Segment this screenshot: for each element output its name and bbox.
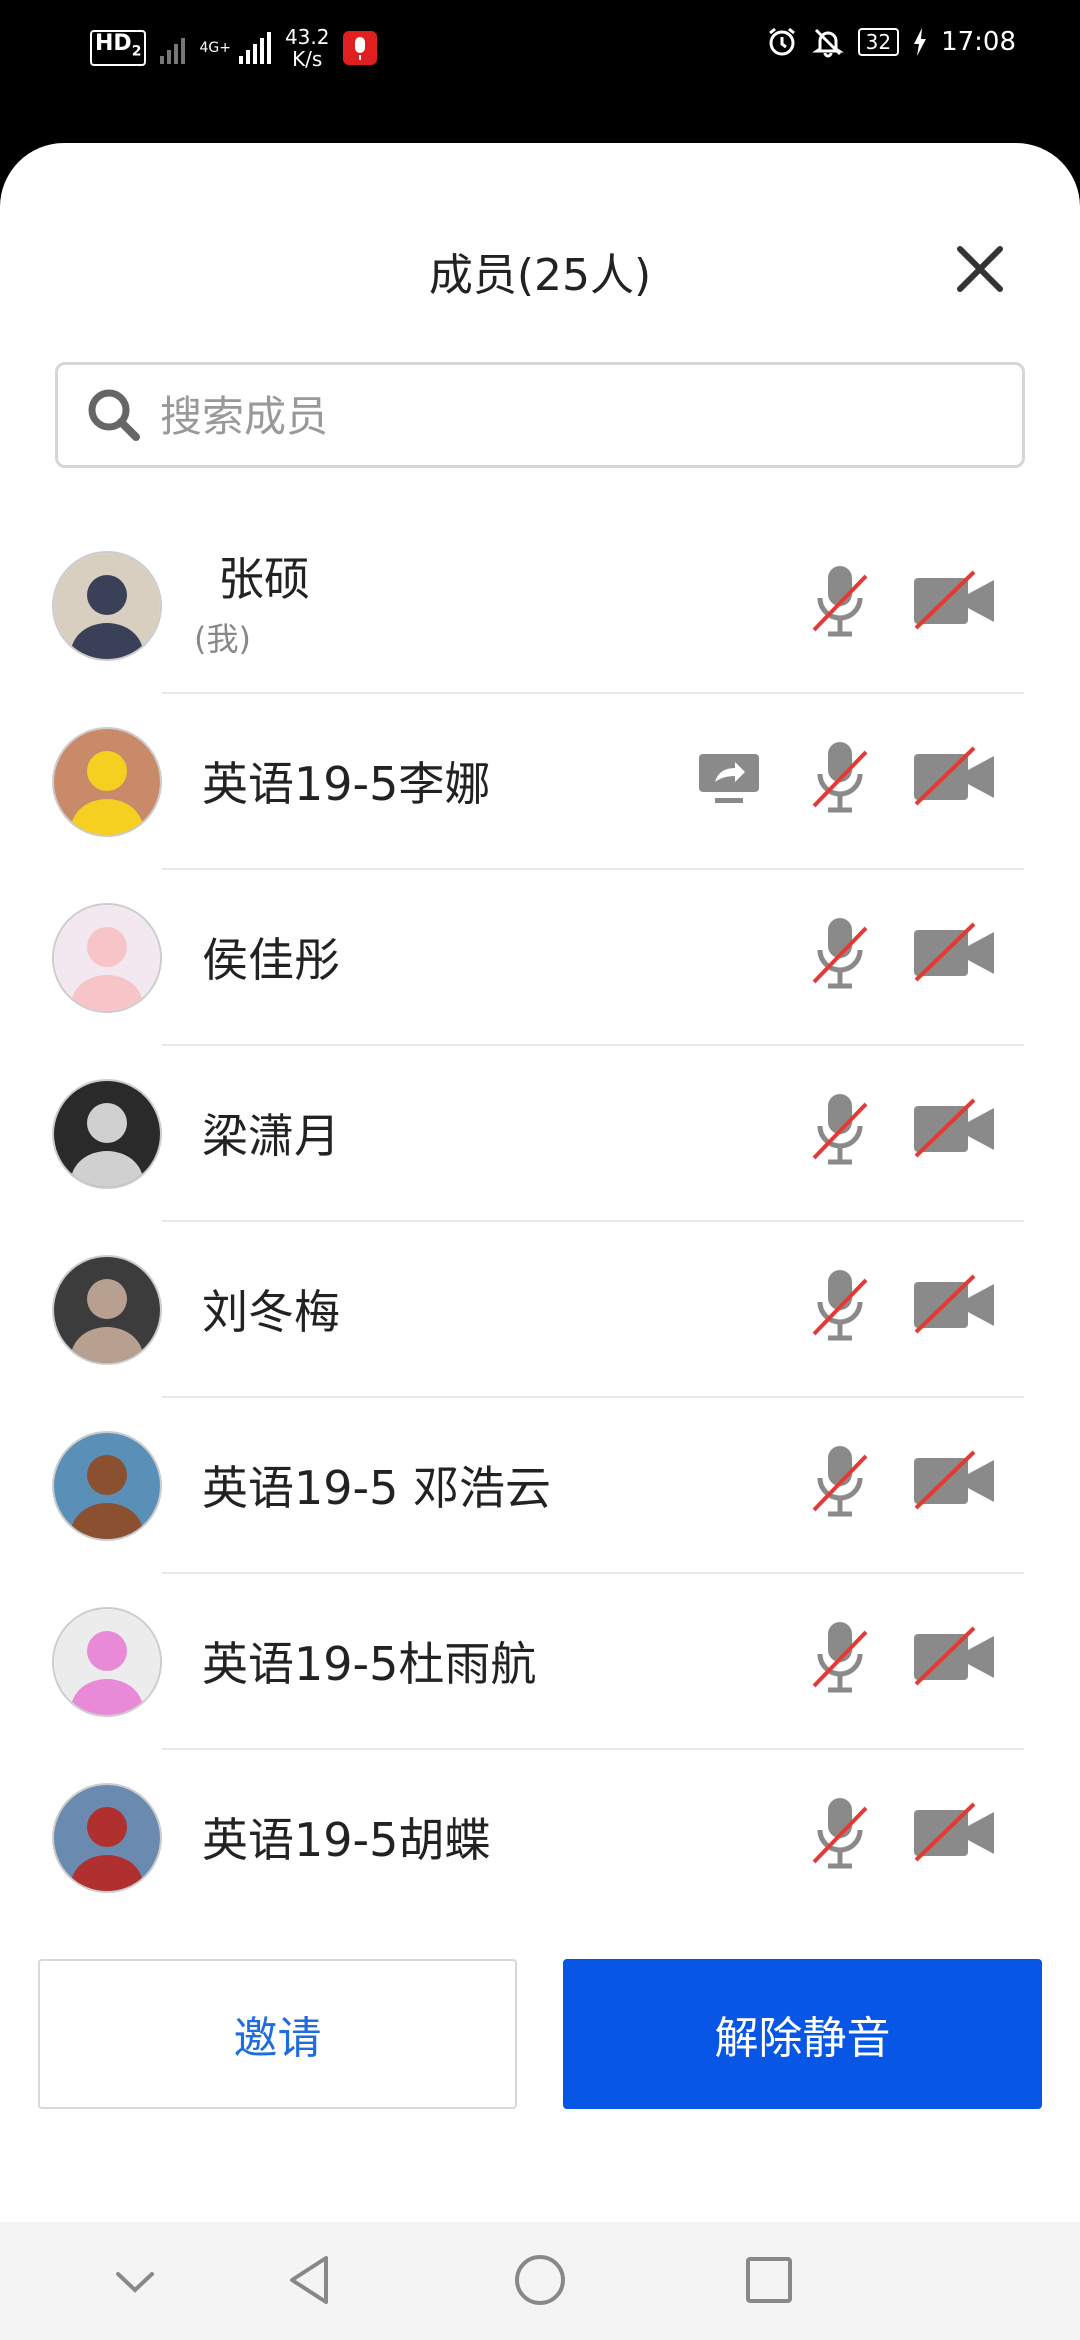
search-icon xyxy=(88,389,140,441)
mic-muted-icon[interactable] xyxy=(810,1264,870,1344)
network-speed: 43.2 K/s xyxy=(284,25,330,71)
camera-off-icon[interactable] xyxy=(912,1626,996,1688)
mic-muted-icon[interactable] xyxy=(810,1088,870,1168)
hd-indicator: HD2 xyxy=(90,30,147,66)
close-icon[interactable] xyxy=(950,239,1010,299)
screen-share-icon xyxy=(697,752,761,806)
search-input[interactable] xyxy=(158,385,982,447)
signal-icon-2 xyxy=(238,32,271,64)
camera-off-icon[interactable] xyxy=(912,746,996,808)
avatar xyxy=(54,1257,160,1363)
member-name: 张硕 xyxy=(218,552,310,606)
recording-mic-icon xyxy=(343,31,378,65)
collapse-chevron-icon[interactable] xyxy=(110,2262,160,2302)
clock: 17:08 xyxy=(941,27,1016,57)
mic-muted-icon[interactable] xyxy=(810,912,870,992)
alarm-icon xyxy=(768,27,795,56)
back-triangle-icon[interactable] xyxy=(284,2252,334,2308)
search-box[interactable] xyxy=(55,362,1025,468)
battery-indicator: 32 xyxy=(857,28,900,56)
avatar xyxy=(54,1081,160,1187)
member-row[interactable]: 英语19-5 邓浩云 xyxy=(0,1398,1080,1574)
camera-off-icon[interactable] xyxy=(912,1450,996,1512)
signal-icon-1 xyxy=(160,32,186,64)
mic-muted-icon[interactable] xyxy=(810,1616,870,1696)
member-name: 英语19-5杜雨航 xyxy=(202,1637,537,1691)
member-row[interactable]: 英语19-5胡蝶 xyxy=(0,1750,1080,1926)
members-sheet: 成员(25人) 张硕 (我) 英语19-5李娜 侯佳彤 xyxy=(0,143,1080,2340)
member-name: 英语19-5胡蝶 xyxy=(202,1813,491,1867)
avatar xyxy=(54,1609,160,1715)
member-name: 英语19-5 邓浩云 xyxy=(202,1461,552,1515)
member-name: 英语19-5李娜 xyxy=(202,757,491,811)
mic-muted-icon[interactable] xyxy=(810,736,870,816)
member-row[interactable]: 梁潇月 xyxy=(0,1046,1080,1222)
member-name: 刘冬梅 xyxy=(202,1285,340,1339)
avatar xyxy=(54,905,160,1011)
status-right: 32 17:08 xyxy=(766,22,1016,62)
mic-muted-icon[interactable] xyxy=(810,1440,870,1520)
member-name: 梁潇月 xyxy=(202,1109,340,1163)
member-row[interactable]: 刘冬梅 xyxy=(0,1222,1080,1398)
camera-off-icon[interactable] xyxy=(912,1802,996,1864)
member-row[interactable]: 英语19-5李娜 xyxy=(0,694,1080,870)
mic-muted-icon[interactable] xyxy=(810,1792,870,1872)
member-row[interactable]: 侯佳彤 xyxy=(0,870,1080,1046)
status-bar: HD2 4G+ 43.2 K/s 32 17:08 xyxy=(0,0,1080,140)
avatar xyxy=(54,553,160,659)
avatar xyxy=(54,729,160,835)
member-name: 侯佳彤 xyxy=(202,933,340,987)
system-nav-bar xyxy=(0,2222,1080,2340)
network-type: 4G+ xyxy=(199,40,231,56)
member-row[interactable]: 英语19-5杜雨航 xyxy=(0,1574,1080,1750)
camera-off-icon[interactable] xyxy=(912,1098,996,1160)
camera-off-icon[interactable] xyxy=(912,570,996,632)
avatar xyxy=(54,1433,160,1539)
avatar xyxy=(54,1785,160,1891)
camera-off-icon[interactable] xyxy=(912,922,996,984)
charging-icon xyxy=(914,28,927,56)
unmute-all-button[interactable]: 解除静音 xyxy=(563,1959,1042,2109)
camera-off-icon[interactable] xyxy=(912,1274,996,1336)
mic-muted-icon[interactable] xyxy=(810,560,870,640)
home-circle-icon[interactable] xyxy=(513,2253,567,2307)
page-title: 成员(25人) xyxy=(428,250,652,301)
member-self-tag: (我) xyxy=(194,620,251,658)
status-left: HD2 4G+ 43.2 K/s xyxy=(90,18,378,78)
invite-button[interactable]: 邀请 xyxy=(38,1959,517,2109)
member-row[interactable]: 张硕 (我) xyxy=(0,518,1080,694)
member-list: 张硕 (我) 英语19-5李娜 侯佳彤 梁潇月 刘冬梅 英语19-5 邓浩云 英… xyxy=(0,518,1080,1926)
recents-square-icon[interactable] xyxy=(744,2255,794,2305)
mute-bell-icon xyxy=(811,28,844,58)
